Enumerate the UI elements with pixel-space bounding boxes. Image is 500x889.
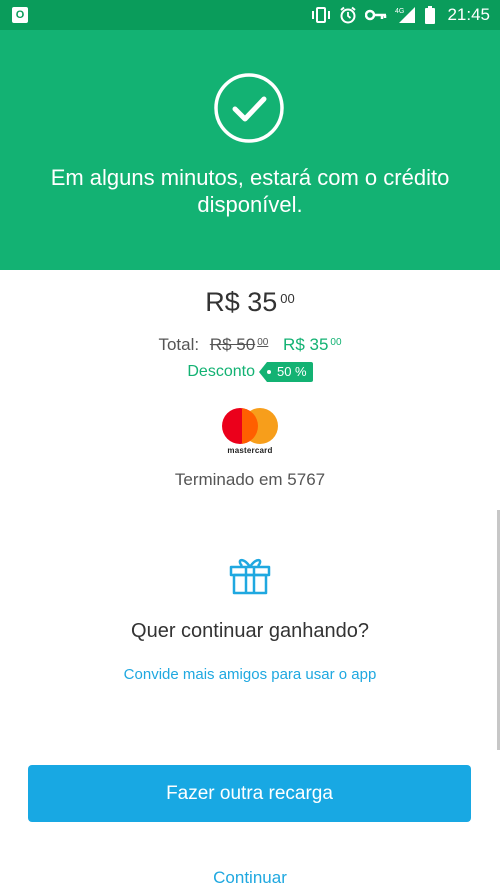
success-header: Em alguns minutos, estará com o crédito …	[0, 30, 500, 270]
alarm-icon	[339, 0, 357, 30]
outlook-icon: O	[12, 7, 28, 23]
check-circle-icon	[214, 73, 284, 143]
new-price-cents: 00	[330, 337, 342, 348]
status-time: 21:45	[447, 5, 490, 24]
mastercard-wordmark: mastercard	[227, 446, 273, 455]
invite-question: Quer continuar ganhando?	[131, 620, 369, 642]
new-recharge-button[interactable]: Fazer outra recarga	[28, 765, 471, 822]
recharge-amount: R$ 35 00	[0, 287, 500, 318]
invite-friends-link[interactable]: Convide mais amigos para usar o app	[0, 666, 500, 683]
success-message: Em alguns minutos, estará com o crédito …	[50, 165, 450, 217]
status-bar: O 4G 21:45	[0, 0, 500, 30]
old-price: R$ 50 00	[210, 335, 269, 354]
vibrate-icon	[311, 0, 331, 30]
signal-icon: 4G	[395, 0, 417, 30]
mastercard-circles	[222, 408, 278, 444]
amount-main: R$ 35	[205, 287, 278, 317]
mastercard-logo: mastercard	[222, 408, 278, 456]
battery-icon	[425, 0, 436, 30]
svg-text:4G: 4G	[395, 8, 404, 15]
old-price-cents: 00	[257, 337, 269, 348]
status-right: 4G 21:45	[311, 0, 490, 30]
gift-icon	[229, 558, 271, 595]
amount-cents: 00	[280, 291, 295, 306]
card-ending: Terminado em 5767	[174, 470, 326, 489]
new-price: R$ 35 00	[283, 335, 342, 354]
new-price-main: R$ 35	[283, 335, 329, 354]
old-price-main: R$ 50	[209, 335, 256, 354]
vpn-key-icon	[365, 0, 387, 30]
mastercard-overlap	[242, 408, 258, 444]
total-row: Total: R$ 50 00 R$ 35 00	[0, 335, 500, 355]
continue-link[interactable]: Continuar	[0, 868, 500, 888]
total-label: Total:	[158, 335, 200, 354]
discount-badge: 50 %	[259, 362, 313, 382]
discount-row: Desconto 50 %	[0, 362, 500, 382]
discount-label: Desconto	[187, 363, 255, 380]
status-left: O	[12, 7, 28, 23]
